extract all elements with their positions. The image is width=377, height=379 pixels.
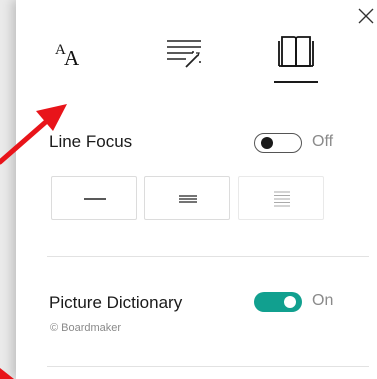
section-divider bbox=[47, 366, 369, 367]
toggle-knob bbox=[261, 137, 273, 149]
section-divider bbox=[47, 256, 369, 257]
close-icon bbox=[358, 8, 374, 24]
book-icon bbox=[278, 36, 314, 67]
five-lines-icon bbox=[274, 191, 290, 207]
tab-reading-preferences[interactable] bbox=[274, 30, 318, 76]
svg-text:A: A bbox=[64, 46, 80, 70]
line-focus-toggle[interactable] bbox=[254, 133, 302, 153]
line-focus-five-lines-button[interactable] bbox=[238, 176, 324, 220]
one-line-icon bbox=[84, 198, 106, 200]
picture-dictionary-toggle[interactable] bbox=[254, 292, 302, 312]
line-focus-label: Line Focus bbox=[49, 132, 133, 151]
line-focus-one-line-button[interactable] bbox=[51, 176, 137, 220]
picture-dictionary-state: On bbox=[312, 292, 334, 309]
close-button[interactable] bbox=[354, 4, 377, 28]
boardmaker-credit: © Boardmaker bbox=[50, 322, 122, 334]
line-focus-state: Off bbox=[312, 133, 334, 150]
grammar-options-icon bbox=[167, 40, 201, 68]
background-edge bbox=[0, 0, 16, 379]
three-lines-icon bbox=[179, 195, 197, 203]
immersive-reader-panel: A A Line Focus Off Picture Dictionary On… bbox=[16, 0, 377, 379]
text-size-icon: A A bbox=[55, 42, 80, 70]
picture-dictionary-label: Picture Dictionary bbox=[49, 293, 183, 312]
tab-text-preferences[interactable]: A A bbox=[40, 30, 84, 76]
line-focus-three-lines-button[interactable] bbox=[144, 176, 230, 220]
tab-grammar-options[interactable] bbox=[162, 33, 206, 79]
active-tab-indicator bbox=[274, 81, 318, 83]
toggle-knob bbox=[284, 296, 296, 308]
